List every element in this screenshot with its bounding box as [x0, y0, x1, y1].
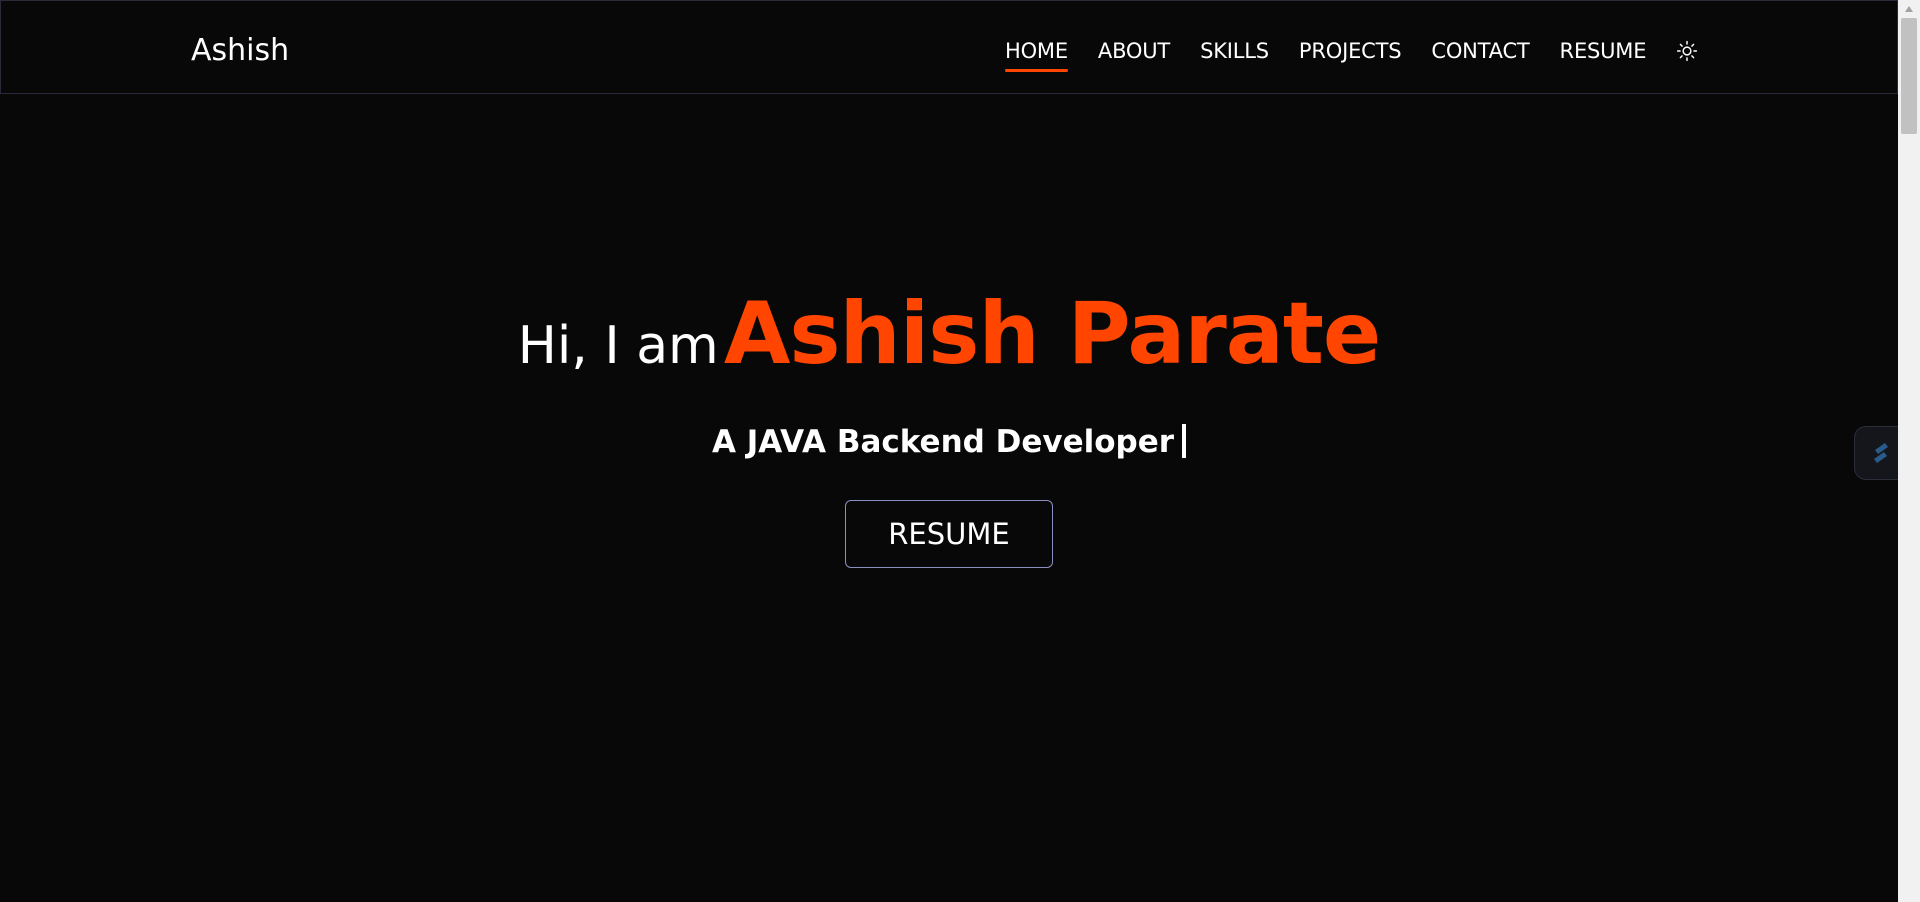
- typing-cursor: [1182, 424, 1187, 458]
- brand-logo[interactable]: Ashish: [191, 31, 289, 71]
- resume-button[interactable]: RESUME: [845, 500, 1053, 568]
- nav-item-projects[interactable]: PROJECTS: [1299, 35, 1402, 67]
- sun-icon[interactable]: [1674, 38, 1700, 64]
- hero-greeting: Hi, I am Ashish Parate: [0, 284, 1898, 384]
- nav-item-skills[interactable]: SKILLS: [1200, 35, 1269, 67]
- hero-name: Ashish Parate: [723, 284, 1381, 384]
- nav-item-contact[interactable]: CONTACT: [1431, 35, 1529, 67]
- nav-item-home[interactable]: HOME: [1005, 35, 1068, 72]
- scrollbar-thumb[interactable]: [1901, 18, 1917, 134]
- greeting-text: Hi, I am: [517, 316, 719, 376]
- page: Ashish HOME ABOUT SKILLS PROJECTS CONTAC…: [0, 0, 1920, 902]
- nav-item-resume[interactable]: RESUME: [1560, 35, 1647, 67]
- scroll-up-icon[interactable]: [1898, 0, 1920, 18]
- hero-role: A JAVA Backend Developer: [0, 424, 1898, 460]
- nav-item-about[interactable]: ABOUT: [1098, 35, 1170, 67]
- scrollbar[interactable]: [1898, 0, 1920, 902]
- role-text: A JAVA Backend Developer: [711, 424, 1175, 460]
- nav-menu: HOME ABOUT SKILLS PROJECTS CONTACT RESUM…: [1005, 33, 1700, 72]
- navbar: Ashish HOME ABOUT SKILLS PROJECTS CONTAC…: [0, 0, 1898, 94]
- hero-section: Hi, I am Ashish Parate A JAVA Backend De…: [0, 94, 1898, 902]
